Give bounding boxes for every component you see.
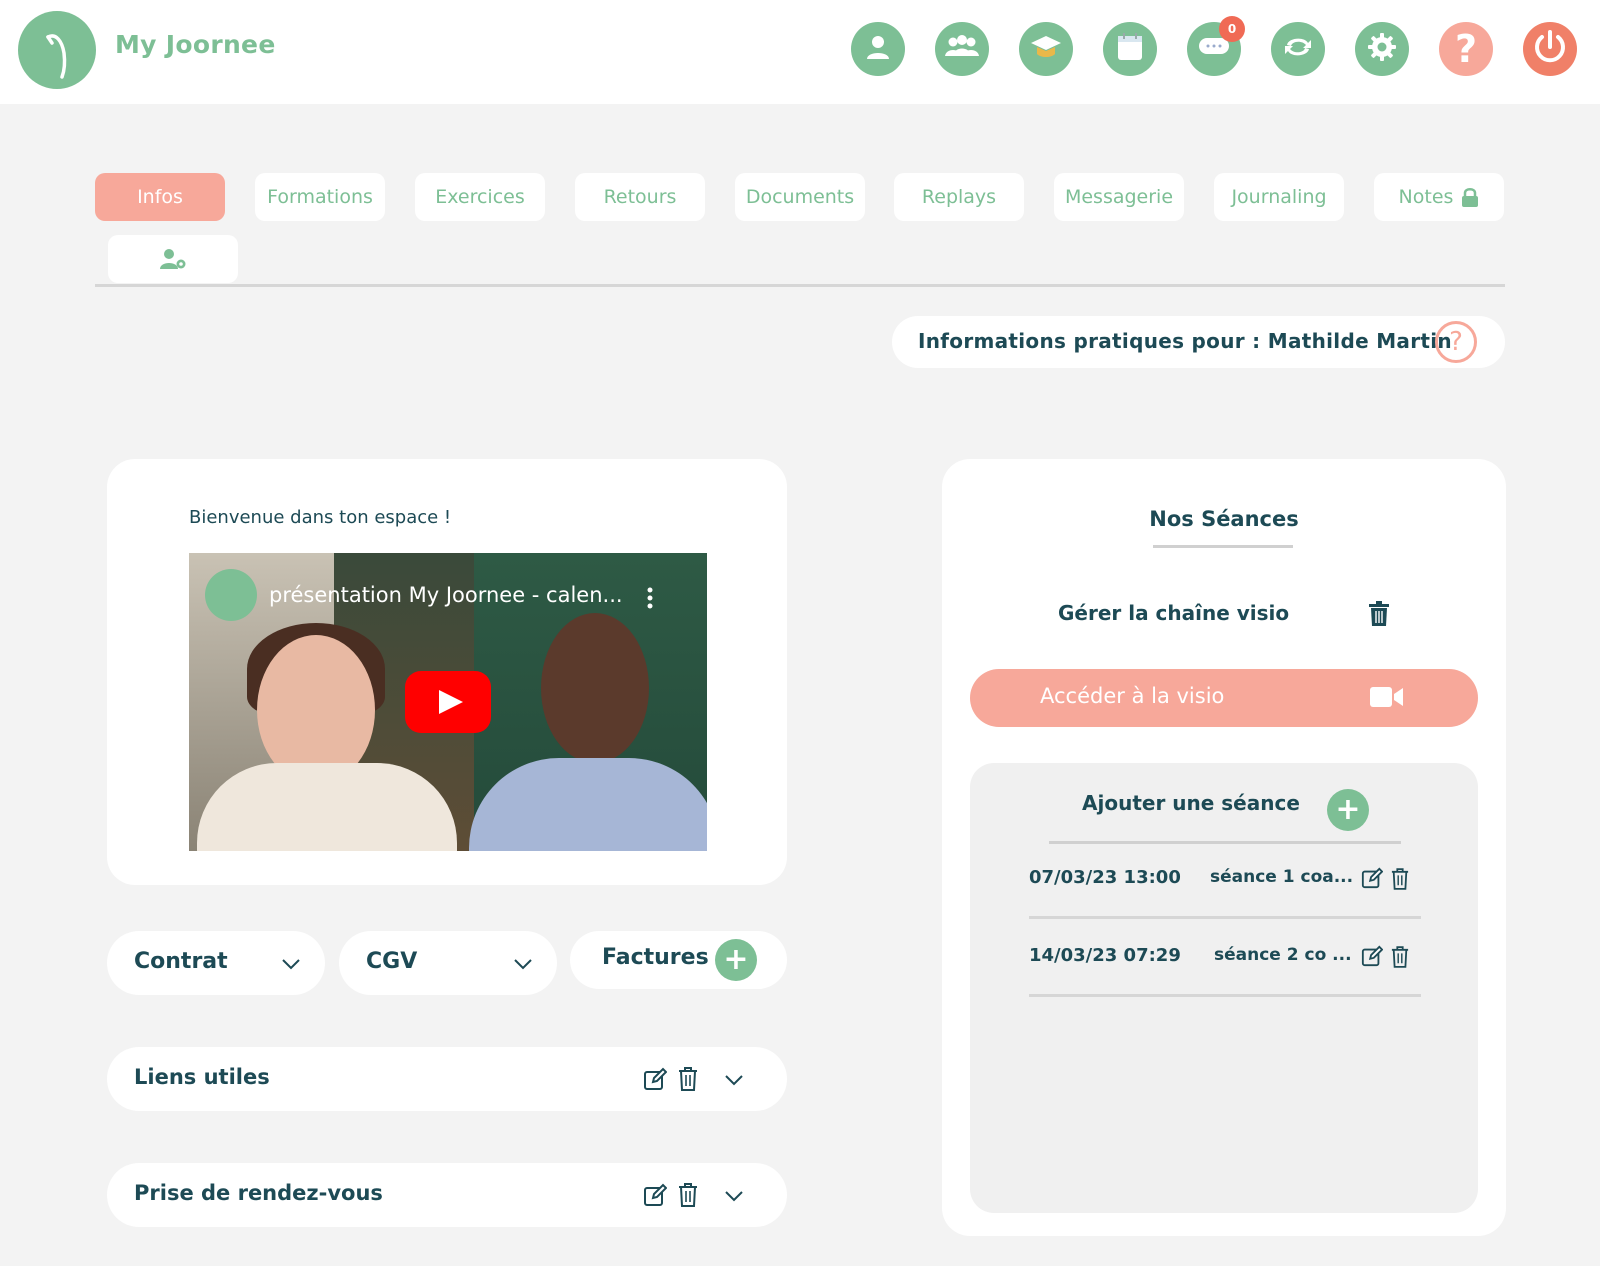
contract-label: Contrat [134, 949, 228, 974]
settings-button[interactable] [1355, 22, 1409, 76]
trash-icon[interactable] [1368, 601, 1390, 627]
top-header: My Joornee 0 ? [0, 0, 1600, 104]
tab-messagerie[interactable]: Messagerie [1054, 173, 1184, 221]
welcome-title: Bienvenue dans ton espace ! [189, 507, 452, 528]
sync-button[interactable] [1271, 22, 1325, 76]
chevron-down-icon[interactable] [724, 1074, 744, 1086]
session-name: séance 2 co ... [1214, 945, 1352, 965]
invoices-label: Factures [602, 945, 709, 970]
info-help-icon[interactable]: ? [1435, 321, 1477, 363]
video-title[interactable]: présentation My Joornee - calen... [269, 583, 623, 607]
chevron-down-icon [281, 955, 301, 974]
tab-notes-label: Notes [1398, 186, 1454, 208]
access-visio-button[interactable]: Accéder à la visio [970, 669, 1478, 727]
contract-dropdown[interactable]: Contrat [107, 931, 325, 995]
add-invoice-button[interactable]: + [715, 939, 757, 981]
cgv-label: CGV [366, 949, 418, 974]
sessions-panel: Ajouter une séance + 07/03/23 13:00 séan… [970, 763, 1478, 1213]
tab-user-settings[interactable] [108, 235, 238, 283]
user-icon [863, 32, 893, 66]
access-visio-label: Accéder à la visio [1040, 684, 1225, 708]
trash-icon[interactable] [1391, 867, 1409, 895]
notification-badge: 0 [1219, 16, 1245, 42]
channel-avatar[interactable] [205, 569, 257, 621]
messages-button[interactable]: 0 [1187, 16, 1245, 76]
session-row[interactable]: 14/03/23 07:29 séance 2 co ... [1029, 919, 1421, 997]
tab-notes[interactable]: Notes [1374, 173, 1504, 221]
welcome-card: Bienvenue dans ton espace ! présentation… [107, 459, 787, 885]
tab-exercices[interactable]: Exercices [415, 173, 545, 221]
tab-retours[interactable]: Retours [575, 173, 705, 221]
user-cog-icon [159, 248, 187, 270]
groups-button[interactable] [935, 22, 989, 76]
power-icon [1530, 27, 1570, 71]
invoices-box: Factures + [570, 931, 787, 989]
sessions-card: Nos Séances Gérer la chaîne visio Accéde… [942, 459, 1506, 1236]
logout-button[interactable] [1523, 22, 1577, 76]
session-name: séance 1 coa... [1210, 867, 1354, 887]
tab-documents[interactable]: Documents [735, 173, 865, 221]
group-icon [943, 32, 981, 66]
session-row[interactable]: 07/03/23 13:00 séance 1 coa... [1029, 841, 1421, 919]
info-bar: Informations pratiques pour : Mathilde M… [892, 316, 1505, 368]
calendar-button[interactable] [1103, 22, 1157, 76]
trash-icon[interactable] [1391, 945, 1409, 973]
tab-journaling[interactable]: Journaling [1214, 173, 1344, 221]
tab-infos[interactable]: Infos [95, 173, 225, 221]
tabs-divider [95, 284, 1505, 287]
edit-icon[interactable] [643, 1067, 667, 1091]
trainings-button[interactable] [1019, 22, 1073, 76]
tab-formations[interactable]: Formations [255, 173, 385, 221]
trash-icon[interactable] [678, 1182, 698, 1208]
edit-icon[interactable] [643, 1183, 667, 1207]
sessions-title: Nos Séances [1149, 507, 1299, 531]
tab-replays[interactable]: Replays [894, 173, 1024, 221]
video-person [197, 763, 457, 851]
info-bar-text: Informations pratiques pour : Mathilde M… [918, 329, 1452, 353]
add-session-title: Ajouter une séance [1082, 791, 1300, 815]
trash-icon[interactable] [678, 1066, 698, 1092]
video-camera-icon [1370, 686, 1404, 708]
edit-icon[interactable] [1361, 945, 1384, 971]
app-logo[interactable] [18, 11, 96, 89]
plus-icon: + [723, 942, 749, 977]
calendar-icon [1115, 31, 1145, 67]
appointments-label: Prise de rendez-vous [134, 1181, 383, 1205]
plus-icon: + [1335, 792, 1361, 827]
lock-icon [1461, 187, 1479, 207]
profile-button[interactable] [851, 22, 905, 76]
app-name: My Joornee [115, 30, 276, 59]
edit-icon[interactable] [1361, 867, 1384, 893]
manage-visio-chain[interactable]: Gérer la chaîne visio [1058, 601, 1289, 625]
graduation-cap-icon [1029, 32, 1063, 66]
help-button[interactable]: ? [1439, 22, 1493, 76]
session-date: 07/03/23 13:00 [1029, 867, 1181, 888]
appointments-row[interactable]: Prise de rendez-vous [107, 1163, 787, 1227]
useful-links-label: Liens utiles [134, 1065, 270, 1089]
video-player[interactable]: présentation My Joornee - calen... [189, 553, 707, 851]
help-icon: ? [1454, 27, 1478, 71]
title-underline [1153, 545, 1293, 548]
chevron-down-icon[interactable] [724, 1190, 744, 1202]
video-person [541, 613, 649, 763]
play-icon[interactable] [405, 671, 491, 733]
useful-links-row[interactable]: Liens utiles [107, 1047, 787, 1111]
chevron-down-icon [513, 955, 533, 974]
gear-icon [1366, 31, 1398, 67]
session-date: 14/03/23 07:29 [1029, 945, 1181, 966]
add-session-button[interactable]: + [1327, 789, 1369, 831]
more-options-icon[interactable] [647, 587, 653, 613]
sync-icon [1282, 32, 1314, 66]
cgv-dropdown[interactable]: CGV [339, 931, 557, 995]
